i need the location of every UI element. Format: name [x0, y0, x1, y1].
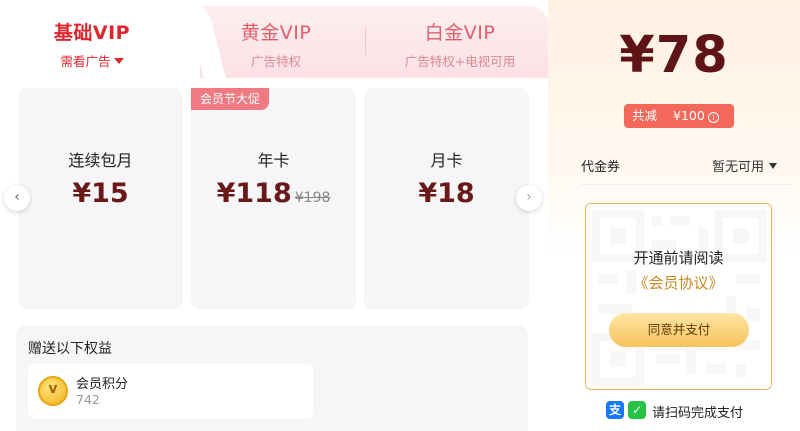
- plan-cards: 连续包月 ¥15 年卡 ¥118 ¥198 月卡 ¥18: [0, 88, 548, 310]
- coupon-value: 暂无可用: [712, 160, 765, 175]
- benefits-section: 赠送以下权益 v 会员积分 742: [16, 326, 528, 431]
- plan-name: 连续包月: [68, 151, 133, 170]
- tab-subtitle: 广告特权+电视可用: [404, 54, 516, 69]
- plan-price: ¥18: [418, 178, 475, 209]
- wechat-pay-icon: ✓: [628, 401, 646, 419]
- benefit-item-points: v 会员积分 742: [28, 364, 313, 418]
- scan-hint-text: 请扫码完成支付: [652, 406, 744, 421]
- tab-divider: [365, 26, 366, 56]
- plan-card-monthly[interactable]: 月卡 ¥18: [364, 88, 529, 310]
- benefit-value: 742: [76, 392, 100, 407]
- qr-overlay: [586, 204, 771, 389]
- plan-card-annual[interactable]: 年卡 ¥118 ¥198: [191, 88, 356, 310]
- plan-original-price: ¥198: [294, 190, 331, 206]
- plan-price: ¥118: [216, 178, 292, 209]
- tab-gold-vip[interactable]: 黄金VIP 广告特权: [196, 0, 356, 78]
- scroll-left-button[interactable]: ‹: [4, 185, 30, 211]
- qr-code-area: 开通前请阅读 《会员协议》 同意并支付: [585, 203, 772, 390]
- plan-price-group: ¥118 ¥198: [191, 178, 356, 209]
- plan-name: 年卡: [257, 151, 290, 170]
- chevron-right-icon: ›: [526, 189, 532, 205]
- chevron-left-icon: ‹: [14, 189, 20, 205]
- tab-platinum-vip[interactable]: 白金VIP 广告特权+电视可用: [372, 0, 548, 78]
- coupon-label: 代金券: [581, 160, 621, 175]
- member-agreement-link[interactable]: 《会员协议》: [586, 272, 771, 293]
- tab-subtitle: 广告特权: [250, 54, 301, 69]
- benefits-heading: 赠送以下权益: [28, 341, 112, 357]
- discount-amount: ¥100: [673, 108, 705, 123]
- caret-down-icon: [769, 163, 778, 169]
- vip-tier-tabs: 基础VIP 需看广告 黄金VIP 广告特权 白金VIP 广告特权+电视可用: [0, 0, 548, 78]
- plan-price: ¥15: [72, 178, 129, 209]
- tab-title: 基础VIP: [53, 22, 131, 44]
- total-price: ¥78: [619, 26, 729, 85]
- promo-badge: 会员节大促: [191, 88, 270, 110]
- tab-title: 黄金VIP: [240, 22, 312, 44]
- divider: [581, 184, 791, 185]
- plan-panel: 基础VIP 需看广告 黄金VIP 广告特权 白金VIP 广告特权+电视可用 连续…: [0, 0, 548, 431]
- scroll-right-button[interactable]: ›: [516, 185, 542, 211]
- tab-subtitle: 需看广告: [60, 54, 111, 69]
- vip-coin-icon: v: [38, 376, 68, 406]
- qr-notice-title: 开通前请阅读: [633, 249, 724, 267]
- payment-panel: ¥78 共减 ¥100 i 代金券 暂无可用 开通前请阅读 《会员协议》 同意并…: [548, 0, 800, 431]
- benefit-name: 会员积分: [76, 377, 129, 392]
- plan-card-monthly-auto[interactable]: 连续包月 ¥15: [18, 88, 183, 310]
- agree-and-pay-button[interactable]: 同意并支付: [609, 313, 749, 347]
- discount-label: 共减: [632, 108, 658, 123]
- info-icon: i: [707, 112, 719, 123]
- tab-subtitle-dropdown[interactable]: 需看广告: [0, 51, 184, 70]
- coupon-select[interactable]: 暂无可用: [712, 156, 778, 175]
- tab-basic-vip[interactable]: 基础VIP 需看广告: [0, 0, 184, 78]
- tab-title: 白金VIP: [424, 22, 496, 44]
- plan-name: 月卡: [430, 151, 463, 170]
- discount-badge[interactable]: 共减 ¥100 i: [624, 104, 734, 128]
- caret-down-icon: [113, 58, 124, 64]
- alipay-icon: 支: [606, 401, 624, 419]
